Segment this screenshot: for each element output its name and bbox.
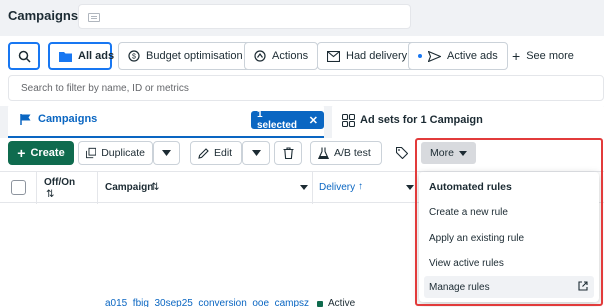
ab-test-label: A/B test <box>334 147 371 159</box>
caret-down-icon <box>162 150 171 156</box>
column-divider <box>312 172 313 204</box>
tab-campaigns-label: Campaigns <box>38 113 98 125</box>
see-more-label: See more <box>526 50 574 62</box>
active-ads-label: Active ads <box>447 50 498 62</box>
duplicate-button[interactable]: Duplicate <box>78 141 153 165</box>
column-header-campaign[interactable]: Campaign <box>105 182 153 193</box>
delete-button[interactable] <box>274 141 302 165</box>
tab-adsets[interactable]: Ad sets for 1 Campaign <box>332 102 604 138</box>
grid-icon <box>342 114 355 127</box>
search-filter-input[interactable]: Search to filter by name, ID or metrics <box>8 75 604 101</box>
create-button[interactable]: + Create <box>8 141 74 165</box>
select-all-checkbox[interactable] <box>11 180 26 195</box>
all-ads-button[interactable]: All ads <box>48 42 115 70</box>
selected-chip[interactable]: 1 selected ✕ <box>251 109 324 131</box>
actions-button[interactable]: Actions <box>244 42 319 70</box>
tag-button[interactable] <box>388 141 416 165</box>
selected-count: 1 selected <box>257 109 298 131</box>
sort-up-icon[interactable]: ↑ <box>358 181 363 192</box>
create-label: Create <box>30 147 65 159</box>
duplicate-dropdown[interactable] <box>153 141 180 165</box>
search-button[interactable] <box>8 42 40 70</box>
all-ads-label: All ads <box>78 50 115 62</box>
column-divider <box>97 172 98 204</box>
svg-text:$: $ <box>132 54 136 61</box>
budget-optimisation-button[interactable]: $ Budget optimisation <box>118 42 253 70</box>
close-icon[interactable]: ✕ <box>309 114 318 127</box>
account-icon <box>88 13 100 22</box>
tag-icon <box>396 147 408 159</box>
pencil-icon <box>198 147 209 159</box>
active-dot-icon <box>418 54 422 58</box>
tab-underline <box>8 136 324 138</box>
actions-icon <box>254 50 266 62</box>
account-selector[interactable] <box>78 4 411 29</box>
tab-adsets-label: Ad sets for 1 Campaign <box>360 114 483 126</box>
plus-icon: + <box>17 145 26 161</box>
column-divider <box>36 172 37 204</box>
edit-button[interactable]: Edit <box>190 141 242 165</box>
duplicate-label: Duplicate <box>101 147 145 159</box>
column-header-off-on[interactable]: Off/On <box>44 177 75 188</box>
had-delivery-button[interactable]: Had delivery <box>317 42 418 70</box>
tab-campaigns[interactable]: Campaigns 1 selected ✕ <box>8 102 324 138</box>
envelope-icon <box>327 50 340 62</box>
plus-icon: + <box>512 48 521 64</box>
search-placeholder: Search to filter by name, ID or metrics <box>21 83 189 94</box>
campaign-name-link[interactable]: a015_fbig_30sep25_conversion_ooe_campsz <box>105 298 309 307</box>
send-icon <box>428 50 441 62</box>
delivery-status-label: Active <box>328 298 356 307</box>
duplicate-icon <box>86 147 97 159</box>
highlight-box <box>415 138 603 306</box>
delivery-status: Active <box>317 298 355 307</box>
caret-down-icon[interactable] <box>406 185 414 190</box>
column-header-delivery[interactable]: Delivery <box>319 182 355 193</box>
active-status-icon <box>317 300 323 307</box>
had-delivery-label: Had delivery <box>346 50 408 62</box>
caret-down-icon <box>251 150 261 156</box>
ab-test-button[interactable]: A/B test <box>310 141 382 165</box>
active-ads-button[interactable]: Active ads <box>408 42 508 70</box>
page-title: Campaigns <box>8 8 79 23</box>
edit-dropdown[interactable] <box>242 141 270 165</box>
flask-icon <box>318 147 329 159</box>
flag-icon <box>20 114 31 125</box>
edit-label: Edit <box>214 147 233 159</box>
coin-icon: $ <box>128 50 140 62</box>
actions-label: Actions <box>272 50 309 62</box>
sort-icon[interactable]: ⇅ <box>46 189 54 200</box>
see-more-button[interactable]: + See more <box>503 42 583 70</box>
budget-optimisation-label: Budget optimisation <box>146 50 243 62</box>
sort-icon[interactable]: ⇅ <box>151 182 159 193</box>
caret-down-icon[interactable] <box>300 185 308 190</box>
folder-icon <box>59 51 72 62</box>
search-icon <box>18 50 31 63</box>
trash-icon <box>283 147 293 159</box>
